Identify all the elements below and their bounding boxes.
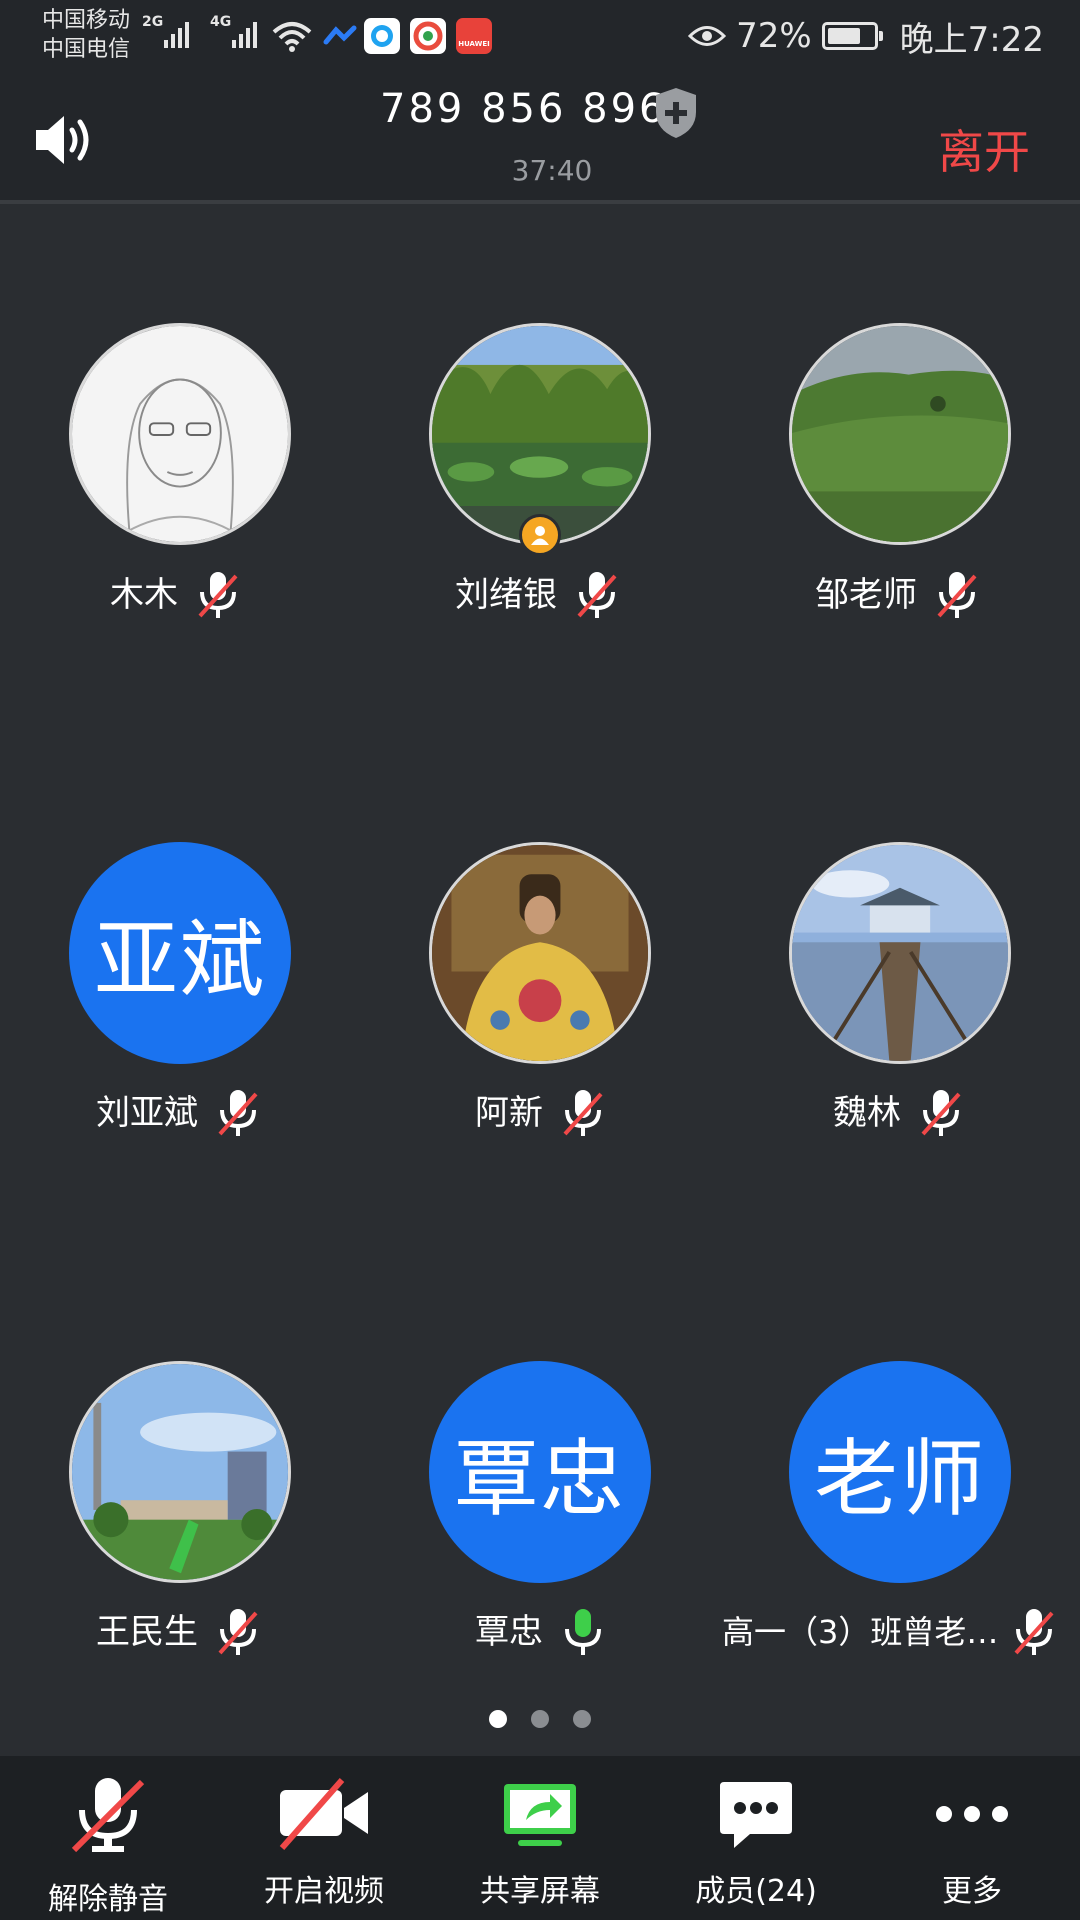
mic-muted-icon: [218, 1609, 258, 1655]
participant-avatar-initials[interactable]: 老师: [789, 1361, 1011, 1583]
status-bar: 中国移动 中国电信 2G 4G HUAWEI 72% 晚上7:22: [0, 0, 1080, 70]
participant-avatar[interactable]: [429, 842, 651, 1064]
meeting-timer: 37:40: [511, 154, 593, 187]
huawei-icon: HUAWEI: [456, 18, 492, 54]
page-indicator[interactable]: [0, 1710, 1080, 1728]
share-screen-label: 共享屏幕: [480, 1874, 600, 1909]
network-type-1: 2G: [142, 14, 164, 30]
participant-avatar[interactable]: [789, 323, 1011, 545]
unmute-label: 解除静音: [48, 1882, 168, 1917]
participant-name-row: 阿新: [475, 1088, 605, 1138]
avatar-photo-lotus: [432, 326, 648, 542]
participant-name: 邹老师: [815, 575, 917, 615]
members-button[interactable]: 成员(24): [648, 1756, 864, 1920]
participant-name-row: 邹老师: [815, 570, 979, 620]
unmute-button[interactable]: 解除静音: [0, 1756, 216, 1920]
mic-muted-icon: [577, 572, 617, 618]
mic-muted-icon: [71, 1778, 145, 1853]
members-label: 成员(24): [695, 1874, 817, 1909]
wifi-icon: [272, 22, 312, 52]
participant-name: 刘亚斌: [96, 1093, 198, 1133]
participant-name: 刘绪银: [455, 575, 557, 615]
more-dots-icon: [936, 1806, 1008, 1822]
participant-name-row: 高一（3）班曾老…: [722, 1607, 1056, 1657]
start-video-button[interactable]: 开启视频: [216, 1756, 432, 1920]
participant-name: 魏林: [833, 1093, 901, 1133]
mic-muted-icon: [937, 572, 977, 618]
mic-muted-icon: [921, 1090, 961, 1136]
cloud-icon: [323, 25, 357, 45]
participant-avatar[interactable]: [789, 842, 1011, 1064]
clock: 晚上7:22: [899, 19, 1044, 60]
avatar-photo-sketch: [72, 326, 288, 542]
qq-icon: [364, 18, 400, 54]
carrier-1: 中国移动: [42, 8, 131, 33]
participant-name-row: 刘绪银: [455, 570, 619, 620]
avatar-photo-campus: [72, 1364, 288, 1580]
participant-avatar-initials[interactable]: 覃忠: [429, 1361, 651, 1583]
meeting-id[interactable]: 789 856 896: [380, 86, 667, 132]
participant-avatar[interactable]: [69, 1361, 291, 1583]
avatar-photo-hill: [792, 326, 1008, 542]
carrier-info: 中国移动 中国电信: [42, 6, 130, 64]
avatar-photo-pier: [792, 845, 1008, 1061]
participant-name: 阿新: [475, 1093, 543, 1133]
participant-name: 木木: [110, 575, 178, 615]
mic-muted-icon: [1014, 1609, 1054, 1655]
participant-avatar[interactable]: [429, 323, 651, 545]
participant-avatar[interactable]: [69, 323, 291, 545]
participant-name: 高一（3）班曾老…: [722, 1613, 999, 1651]
participant-name: 覃忠: [475, 1612, 543, 1652]
participant-name-row: 木木: [110, 570, 240, 620]
mic-muted-icon: [198, 572, 238, 618]
page-dot-2[interactable]: [531, 1710, 549, 1728]
mic-active-icon: [565, 1609, 601, 1655]
start-video-label: 开启视频: [264, 1874, 384, 1909]
participant-name: 王民生: [96, 1612, 198, 1652]
chat-bubble-icon: [720, 1782, 792, 1848]
mic-muted-icon: [563, 1090, 603, 1136]
signal-icon-2: 4G: [210, 14, 257, 48]
shield-icon[interactable]: [652, 86, 700, 140]
participant-name-row: 覃忠: [475, 1607, 605, 1657]
page-dot-3[interactable]: [573, 1710, 591, 1728]
meeting-header: 789 856 896 37:40 离开: [0, 70, 1080, 204]
mic-muted-icon: [218, 1090, 258, 1136]
avatar-photo-robe: [432, 845, 648, 1061]
share-screen-icon: [504, 1784, 576, 1846]
share-screen-button[interactable]: 共享屏幕: [432, 1756, 648, 1920]
leave-button[interactable]: 离开: [938, 116, 1030, 182]
eye-icon: [688, 26, 727, 46]
bottom-toolbar: 解除静音 开启视频 共享屏幕 成员(24) 更多: [0, 1756, 1080, 1920]
host-badge-icon: [519, 514, 561, 556]
battery-percent: 72%: [736, 16, 812, 56]
status-right: 72% 晚上7:22: [688, 12, 1044, 60]
page-dot-1[interactable]: [489, 1710, 507, 1728]
battery-icon: [821, 22, 883, 50]
browser-icon: [410, 18, 446, 54]
network-type-2: 4G: [210, 14, 232, 30]
participant-name-row: 魏林: [833, 1088, 963, 1138]
participant-name-row: 王民生: [96, 1607, 260, 1657]
participant-name-row: 刘亚斌: [96, 1088, 260, 1138]
more-label: 更多: [942, 1874, 1002, 1909]
video-off-icon: [279, 1778, 368, 1850]
signal-icon: 2G: [142, 14, 189, 48]
participant-avatar-initials[interactable]: 亚斌: [69, 842, 291, 1064]
more-button[interactable]: 更多: [864, 1756, 1080, 1920]
carrier-2: 中国电信: [42, 37, 131, 62]
